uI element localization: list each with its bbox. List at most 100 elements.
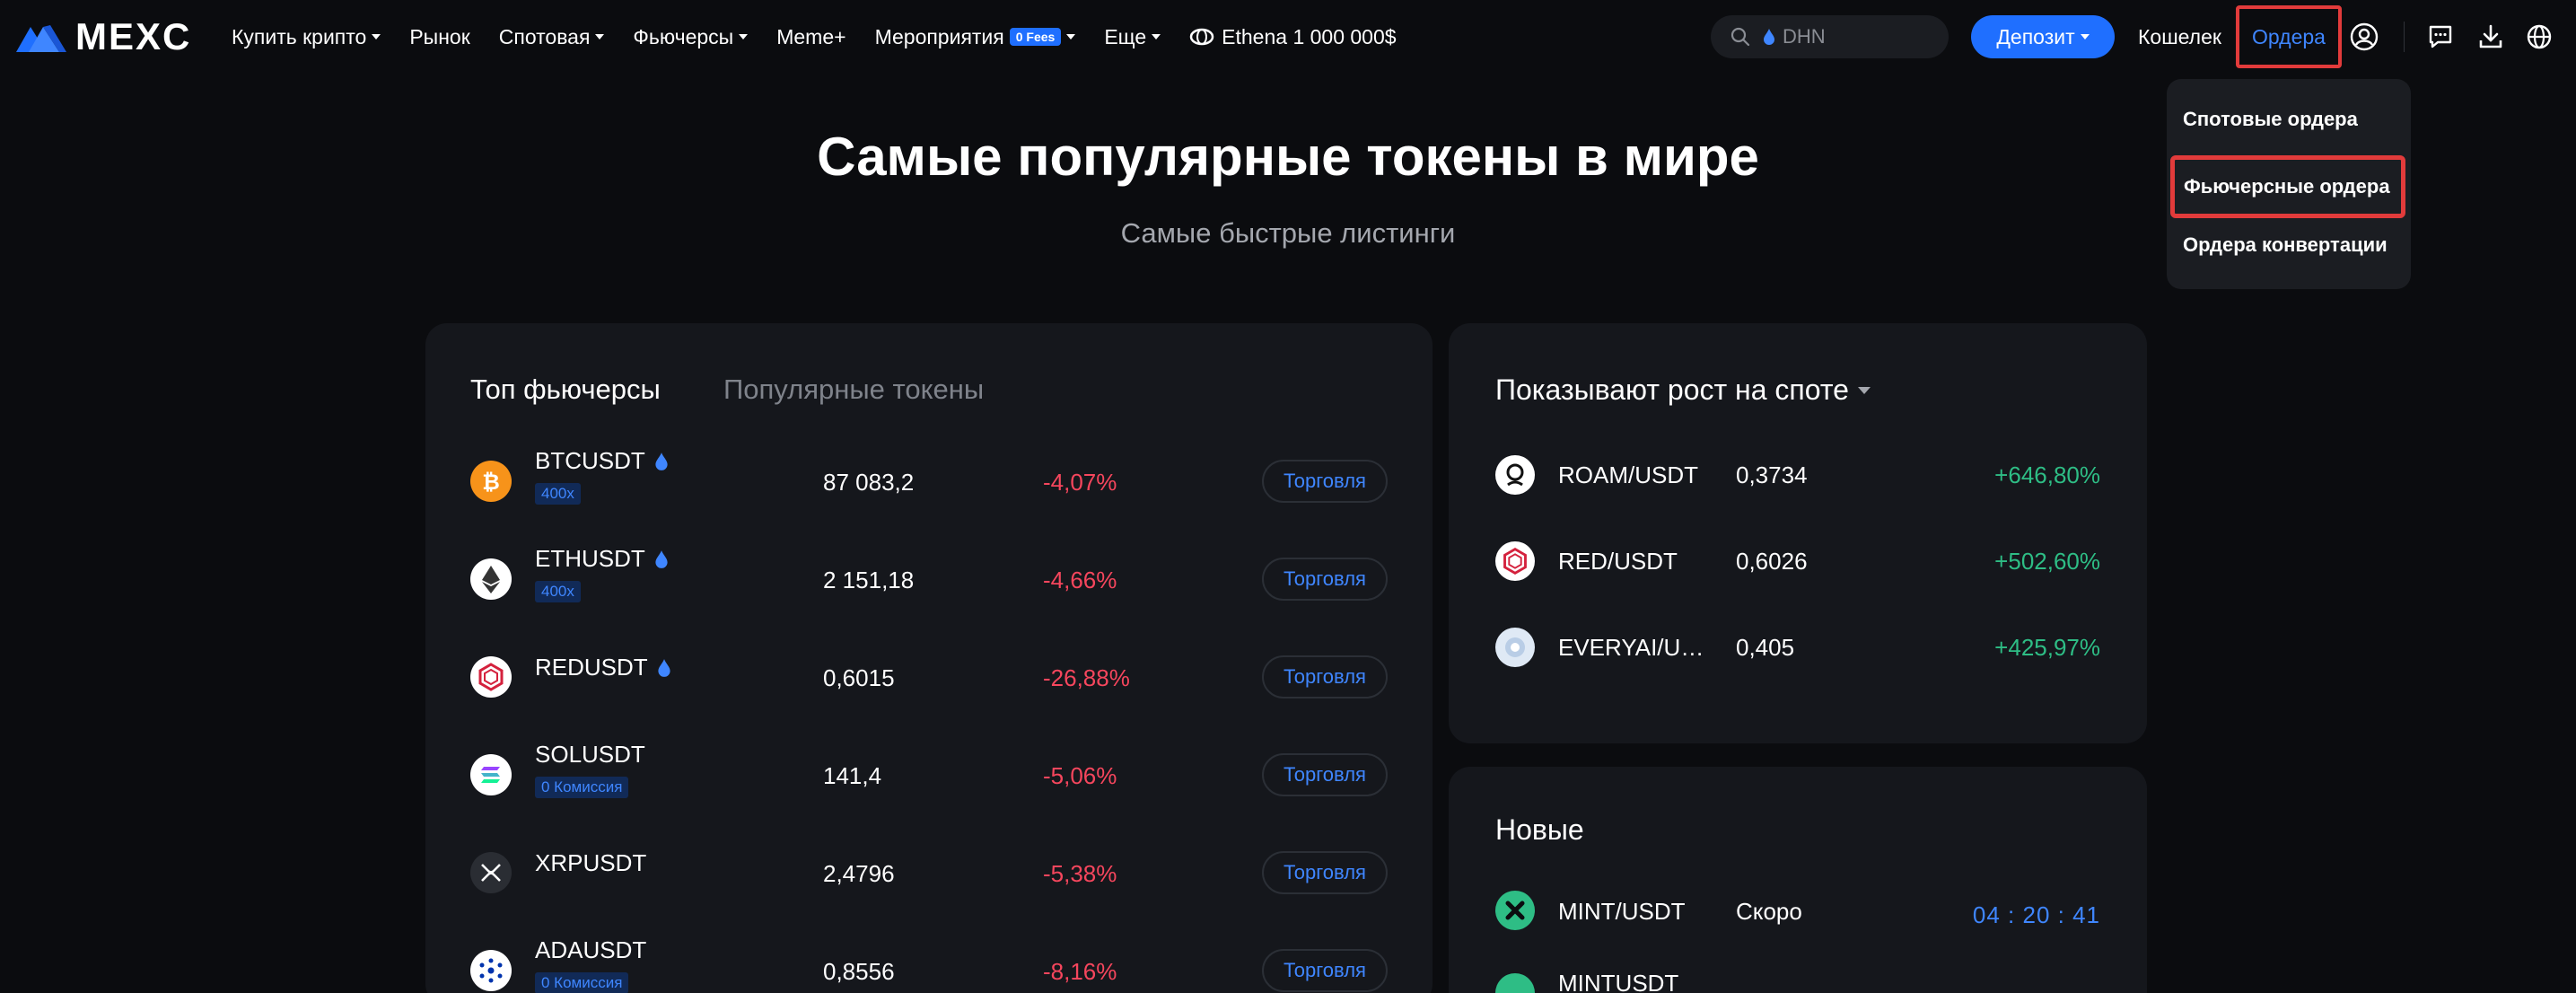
table-row[interactable]: SOLUSDT 0 Комиссия 141,4 -5,06% Торговля xyxy=(425,730,1433,820)
pair-name: BTCUSDT xyxy=(535,447,669,475)
page-subtitle: Самые быстрые листинги xyxy=(1120,217,1456,249)
nav-buy-crypto[interactable]: Купить крипто xyxy=(232,25,381,49)
chevron-down-icon xyxy=(2080,34,2090,40)
tab-top-futures[interactable]: Топ фьючерсы xyxy=(470,373,661,406)
last-price: 0,8556 xyxy=(823,958,895,985)
deposit-button[interactable]: Депозит xyxy=(1971,15,2115,58)
pair-symbol: ETHUSDT xyxy=(535,545,645,572)
search-icon xyxy=(1730,27,1750,47)
pair-name: ADAUSDT xyxy=(535,936,646,964)
nav-label: Купить крипто xyxy=(232,24,367,48)
table-row[interactable]: ETHUSDT 400x 2 151,18 -4,66% Торговля xyxy=(425,534,1433,624)
commission-tag: 0 Комиссия xyxy=(535,777,629,798)
bitcoin-icon: ₿ xyxy=(470,461,512,502)
chevron-down-icon xyxy=(1152,34,1161,40)
list-item[interactable]: ROAM/USDT 0,3734 +646,80% xyxy=(1449,435,2147,515)
fire-drop-icon xyxy=(1764,29,1774,45)
download-icon[interactable] xyxy=(2475,22,2506,52)
deposit-label: Депозит xyxy=(1996,24,2075,48)
last-price: 0,3734 xyxy=(1736,461,1808,488)
nav-label: Еще xyxy=(1104,24,1147,48)
nav-futures[interactable]: Фьючерсы xyxy=(633,24,749,49)
list-item[interactable]: MINTUSDT xyxy=(1449,964,2147,993)
red-token-icon xyxy=(1495,541,1535,581)
table-row[interactable]: XRPUSDT 2,4796 -5,38% Торговля xyxy=(425,828,1433,918)
mexc-logo-icon xyxy=(16,25,66,52)
solana-icon xyxy=(470,754,512,795)
trade-button[interactable]: Торговля xyxy=(1262,558,1388,601)
table-row[interactable]: REDUSDT 0,6015 -26,88% Торговля xyxy=(425,632,1433,722)
trade-button[interactable]: Торговля xyxy=(1262,655,1388,699)
last-price: 0,6015 xyxy=(823,664,895,691)
wallet-link[interactable]: Кошелек xyxy=(2138,25,2221,49)
price-change: -4,66% xyxy=(1043,567,1117,593)
everyai-icon xyxy=(1495,628,1535,667)
nav-ethena-promo[interactable]: Ethena 1 000 000$ xyxy=(1189,25,1397,49)
nav-more[interactable]: Еще xyxy=(1104,25,1161,49)
pair-symbol: REDUSDT xyxy=(535,654,648,681)
pair-symbol: BTCUSDT xyxy=(535,447,645,474)
user-icon[interactable] xyxy=(2349,22,2379,52)
search-box[interactable]: DHN xyxy=(1711,15,1949,58)
nav-label: Спотовая xyxy=(498,24,591,48)
search-placeholder: DHN xyxy=(1783,25,1826,48)
leverage-tag: 400x xyxy=(535,581,581,602)
mexc-logo[interactable]: MEXC xyxy=(16,18,191,56)
ethena-icon xyxy=(1189,28,1214,46)
fire-drop-icon xyxy=(655,549,668,568)
last-price: 0,405 xyxy=(1736,634,1795,661)
last-price: 87 083,2 xyxy=(823,469,915,496)
price-change: -8,16% xyxy=(1043,958,1117,985)
pair-symbol: ADAUSDT xyxy=(535,936,647,963)
nav-market[interactable]: Рынок xyxy=(409,25,469,49)
nav-label: Рынок xyxy=(409,24,470,48)
price-change: +646,80% xyxy=(1994,461,2100,488)
pair-name: XRPUSDT xyxy=(535,849,646,877)
cardano-icon xyxy=(470,950,512,991)
price-change: -5,06% xyxy=(1043,762,1117,789)
trade-button[interactable]: Торговля xyxy=(1262,460,1388,503)
fire-drop-icon xyxy=(655,452,668,470)
pair-symbol: EVERYAI/USDT xyxy=(1558,634,1716,661)
globe-icon[interactable] xyxy=(2524,22,2554,52)
list-item[interactable]: EVERYAI/USDT 0,405 +425,97% xyxy=(1449,607,2147,688)
zero-fees-badge: 0 Fees xyxy=(1009,28,1062,46)
nav-events[interactable]: Мероприятия 0 Fees xyxy=(875,25,1076,49)
card-title: Показывают рост на споте xyxy=(1495,373,1849,406)
price-change: +425,97% xyxy=(1994,634,2100,661)
spot-gainers-selector[interactable]: Показывают рост на споте xyxy=(1495,373,1871,407)
main-nav: Купить крипто Рынок Спотовая Фьючерсы Me… xyxy=(232,0,1425,74)
top-header: MEXC Купить крипто Рынок Спотовая Фьючер… xyxy=(0,0,2576,74)
tab-popular-tokens[interactable]: Популярные токены xyxy=(723,373,984,406)
table-row[interactable]: ₿ BTCUSDT 400x 87 083,2 -4,07% Торговля xyxy=(425,436,1433,526)
ethereum-icon xyxy=(470,558,512,600)
pair-symbol: XRPUSDT xyxy=(535,849,647,876)
list-item[interactable]: RED/USDT 0,6026 +502,60% xyxy=(1449,521,2147,602)
card-title: Новые xyxy=(1495,813,1584,846)
nav-spot[interactable]: Спотовая xyxy=(499,25,605,49)
chevron-down-icon xyxy=(1857,386,1871,394)
header-divider xyxy=(2404,22,2405,52)
new-listings-card: Новые MINT/USDT Скоро 04 : 20 : 41 MINTU… xyxy=(1449,767,2147,993)
xrp-icon xyxy=(470,852,512,893)
pair-symbol: SOLUSDT xyxy=(535,741,645,768)
table-row[interactable]: ADAUSDT 0 Комиссия 0,8556 -8,16% Торговл… xyxy=(425,926,1433,993)
list-item[interactable]: MINT/USDT Скоро 04 : 20 : 41 xyxy=(1449,874,2147,946)
price-change: +502,60% xyxy=(1994,548,2100,575)
chevron-down-icon xyxy=(372,34,381,40)
chat-icon[interactable] xyxy=(2425,22,2456,52)
nav-label: Meme+ xyxy=(776,24,846,48)
fire-drop-icon xyxy=(658,658,670,677)
nav-label: Фьючерсы xyxy=(633,24,734,48)
red-token-icon xyxy=(470,656,512,698)
page-title: Самые популярные токены в мире xyxy=(817,127,1759,187)
nav-label: Мероприятия xyxy=(874,24,1004,48)
top-futures-card: Топ фьючерсы Популярные токены ₿ BTCUSDT… xyxy=(425,323,1433,993)
orders-link[interactable]: Ордера xyxy=(2236,5,2342,68)
trade-button[interactable]: Торговля xyxy=(1262,753,1388,796)
nav-meme[interactable]: Meme+ xyxy=(776,25,846,49)
last-price: 2 151,18 xyxy=(823,567,915,593)
price-change: -5,38% xyxy=(1043,860,1117,887)
trade-button[interactable]: Торговля xyxy=(1262,851,1388,894)
trade-button[interactable]: Торговля xyxy=(1262,949,1388,992)
